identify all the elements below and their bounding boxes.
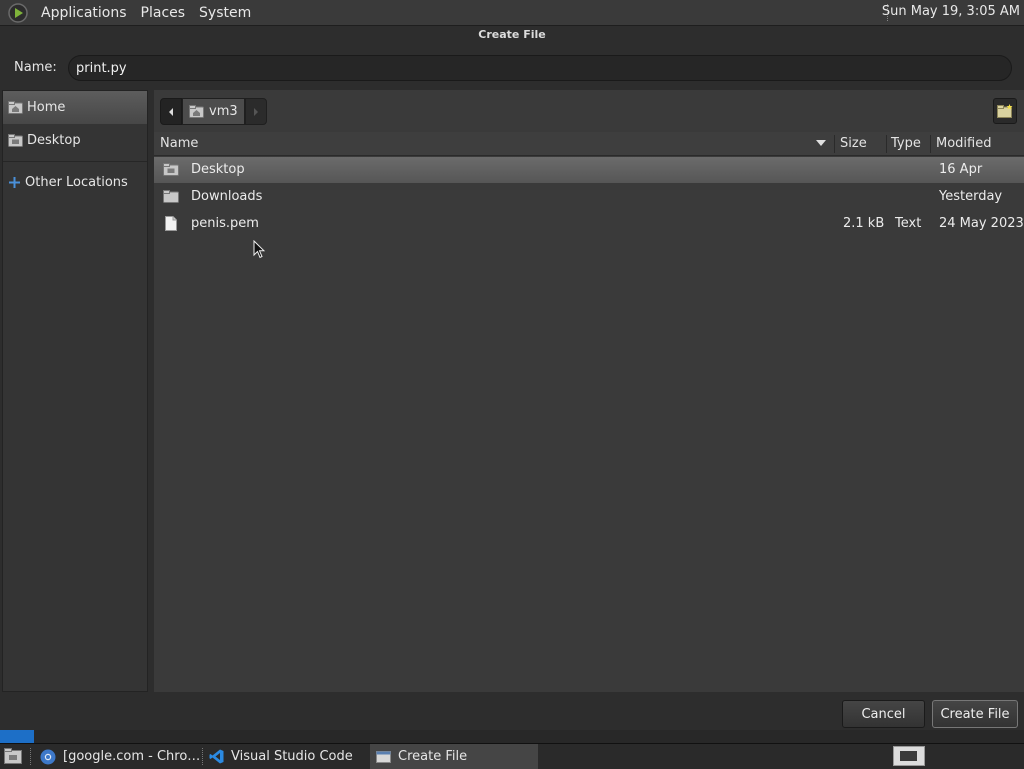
sidebar-item-label: Home	[27, 100, 66, 115]
menu-places[interactable]: Places	[134, 5, 193, 21]
vscode-icon	[209, 749, 224, 764]
task-label: Visual Studio Code	[231, 749, 353, 764]
column-separator	[834, 135, 835, 153]
mouse-cursor-icon	[253, 240, 265, 259]
workspace-switcher[interactable]	[893, 746, 925, 766]
sidebar-item-home[interactable]: Home	[3, 91, 147, 124]
create-folder-button[interactable]	[993, 98, 1017, 124]
file-modified: 16 Apr	[939, 162, 983, 177]
places-sidebar: Home Desktop Other Locations	[2, 90, 148, 692]
file-name: penis.pem	[191, 216, 259, 231]
file-browser: vm3 Name Size Type Modified Desktop 16 A…	[154, 90, 1024, 692]
top-panel: Applications Places System Sun May 19, 3…	[0, 0, 1024, 26]
folder-desktop-icon	[8, 134, 23, 147]
path-crumb-label: vm3	[209, 104, 238, 119]
column-separator	[886, 135, 887, 153]
name-label: Name:	[14, 60, 57, 75]
task-chrome[interactable]: [google.com - Chro…	[38, 744, 202, 769]
file-icon	[165, 216, 177, 231]
folder-home-icon	[189, 105, 204, 118]
task-vscode[interactable]: Visual Studio Code	[207, 744, 369, 769]
sidebar-separator	[3, 161, 147, 162]
file-modified: Yesterday	[939, 189, 1003, 204]
file-row[interactable]: penis.pem 2.1 kB Text 24 May 2023	[154, 211, 1024, 237]
sidebar-item-other-locations[interactable]: Other Locations	[3, 166, 147, 199]
column-separator	[930, 135, 931, 153]
sidebar-item-label: Desktop	[27, 133, 81, 148]
taskbar-separator	[30, 748, 32, 765]
task-create-file[interactable]: Create File	[370, 744, 538, 769]
sort-descending-icon[interactable]	[816, 140, 826, 146]
window-icon	[376, 750, 391, 763]
filename-input[interactable]	[68, 55, 1012, 81]
taskbar: [google.com - Chro… Visual Studio Code C…	[0, 743, 1024, 769]
new-folder-icon	[997, 104, 1013, 118]
file-modified: 24 May 2023	[939, 216, 1024, 231]
folder-icon	[163, 190, 179, 203]
column-name[interactable]: Name	[160, 136, 198, 151]
file-name: Desktop	[191, 162, 245, 177]
chrome-icon	[40, 749, 56, 764]
column-size[interactable]: Size	[840, 136, 867, 151]
sidebar-item-label: Other Locations	[25, 175, 128, 190]
path-forward-button[interactable]	[244, 98, 267, 125]
column-header: Name Size Type Modified	[154, 132, 1024, 156]
folder-desktop-icon	[163, 163, 179, 176]
path-back-button[interactable]	[160, 98, 182, 125]
column-type[interactable]: Type	[891, 136, 921, 151]
menu-applications[interactable]: Applications	[34, 5, 134, 21]
file-row[interactable]: Desktop 16 Apr	[154, 157, 1024, 183]
path-crumb-current[interactable]: vm3	[182, 98, 245, 125]
taskbar-separator	[202, 748, 204, 765]
plus-icon	[9, 177, 20, 188]
dialog-title: Create File	[478, 28, 546, 41]
applications-logo-icon[interactable]	[8, 2, 28, 23]
task-label: Create File	[398, 749, 468, 764]
menu-system[interactable]: System	[192, 5, 258, 21]
file-list: Name Size Type Modified Desktop 16 Apr D…	[154, 132, 1024, 692]
file-type: Text	[895, 216, 922, 231]
column-modified[interactable]: Modified	[936, 136, 991, 151]
filename-row: Name:	[0, 52, 1024, 84]
workspace-window-preview	[900, 751, 917, 761]
show-desktop-icon[interactable]	[4, 748, 22, 764]
task-label: [google.com - Chro…	[63, 749, 201, 764]
file-row[interactable]: Downloads Yesterday	[154, 184, 1024, 210]
background-window-accent	[0, 730, 34, 743]
file-name: Downloads	[191, 189, 263, 204]
file-size: 2.1 kB	[843, 216, 885, 231]
sidebar-item-desktop[interactable]: Desktop	[3, 124, 147, 157]
cancel-button[interactable]: Cancel	[842, 700, 925, 728]
background-window-strip	[0, 730, 1024, 743]
folder-home-icon	[8, 101, 23, 114]
create-file-button[interactable]: Create File	[932, 700, 1018, 728]
path-bar: vm3	[160, 98, 267, 125]
clock[interactable]: Sun May 19, 3:05 AM	[882, 4, 1020, 19]
chevron-right-icon	[253, 107, 258, 116]
chevron-left-icon	[169, 107, 173, 116]
